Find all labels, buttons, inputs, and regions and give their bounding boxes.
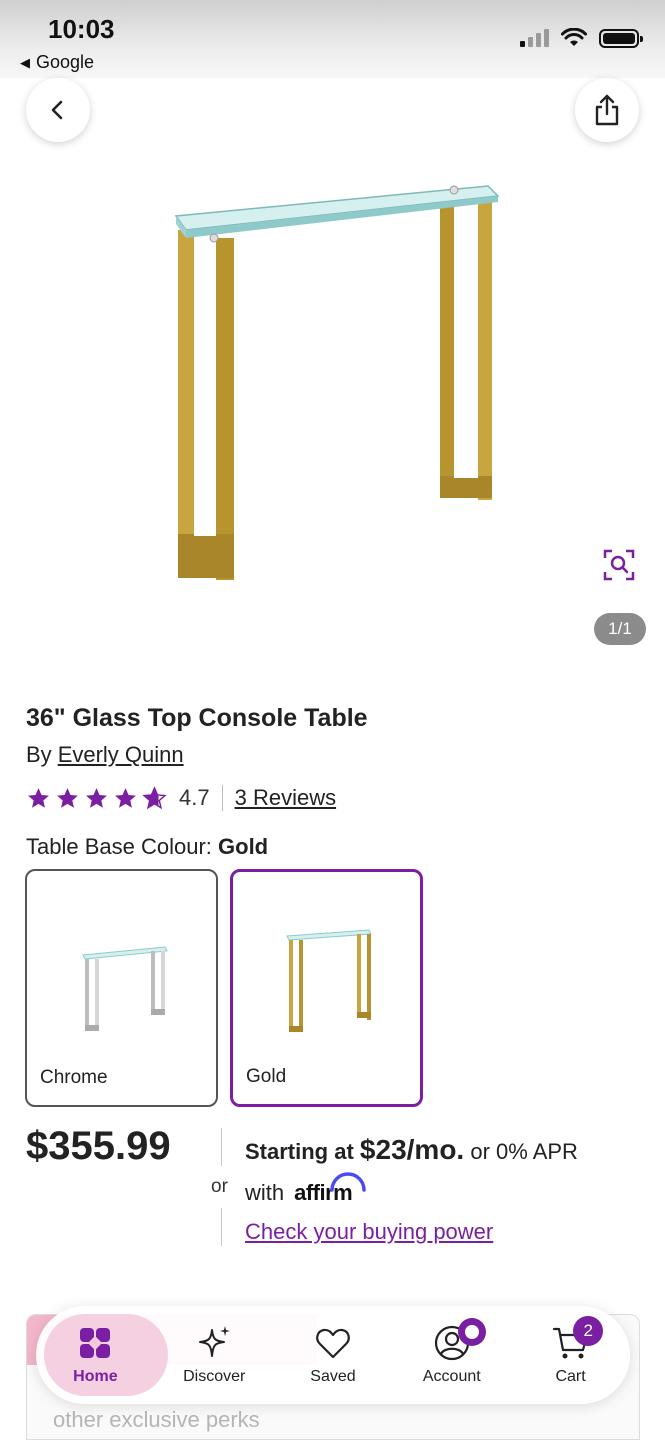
- nav-account[interactable]: Account: [392, 1306, 511, 1404]
- star-icon: [28, 787, 49, 808]
- nav-home[interactable]: Home: [36, 1306, 155, 1404]
- wifi-icon: [561, 28, 587, 46]
- brand-line: By Everly Quinn: [26, 742, 184, 768]
- brand-link[interactable]: Everly Quinn: [58, 742, 184, 767]
- bottom-nav: Home Discover Saved Account 2 Cart: [36, 1306, 630, 1404]
- swatch-chrome[interactable]: Chrome: [25, 869, 218, 1107]
- nav-label: Account: [422, 1368, 481, 1385]
- battery-icon: [599, 28, 643, 48]
- star-rating: [26, 785, 167, 811]
- product-title: 36" Glass Top Console Table: [26, 704, 368, 732]
- visual-search-icon[interactable]: [602, 548, 636, 582]
- financing-provider: with affirm: [245, 1172, 366, 1206]
- swatch-label: Gold: [246, 1066, 287, 1087]
- status-bar: 10:03 ◀ Google: [0, 0, 665, 78]
- product-image[interactable]: [0, 150, 665, 670]
- share-icon: [595, 94, 619, 126]
- rating-value: 4.7: [179, 785, 210, 810]
- nav-label: Discover: [183, 1368, 246, 1385]
- option-name: Table Base Colour:: [26, 834, 212, 859]
- price: $355.99: [26, 1124, 171, 1168]
- chevron-left-icon: [51, 100, 63, 120]
- return-app-label: Google: [36, 52, 95, 72]
- return-to-app-link[interactable]: ◀ Google: [20, 52, 94, 73]
- image-counter: 1/1: [594, 613, 646, 645]
- reviews-link[interactable]: 3 Reviews: [235, 785, 336, 811]
- cart-count-badge: 2: [573, 1316, 604, 1346]
- home-icon: [80, 1328, 111, 1358]
- star-icon: [115, 787, 136, 808]
- option-selected-value: Gold: [218, 834, 269, 859]
- swatch-gold[interactable]: Gold: [230, 869, 423, 1107]
- gold-table-thumbnail: [286, 929, 372, 1032]
- starting-at-label: Starting at: [245, 1139, 354, 1164]
- by-prefix: By: [26, 742, 52, 767]
- apr-text: or 0% APR: [470, 1139, 578, 1164]
- divider-bottom: [221, 1208, 222, 1246]
- nav-label: Home: [73, 1368, 118, 1385]
- console-table-illustration: [174, 185, 500, 580]
- status-icons: [520, 28, 643, 48]
- share-button[interactable]: [575, 78, 639, 142]
- star-icon: [86, 787, 107, 808]
- star-half-icon: [142, 785, 167, 809]
- nav-label: Cart: [555, 1368, 586, 1385]
- nav-discover[interactable]: Discover: [155, 1306, 274, 1404]
- affirm-arc-icon: [330, 1172, 366, 1192]
- rating-row: 4.7 3 Reviews: [26, 783, 336, 813]
- swatch-label: Chrome: [40, 1067, 108, 1088]
- star-icon: [57, 787, 78, 808]
- cellular-signal-icon: [520, 29, 549, 47]
- rating-divider: [221, 785, 223, 811]
- promo-text: other exclusive perks: [53, 1407, 260, 1432]
- nav-saved[interactable]: Saved: [274, 1306, 393, 1404]
- divider-top: [221, 1128, 222, 1166]
- back-triangle-icon: ◀: [20, 54, 30, 70]
- back-button[interactable]: [26, 78, 90, 142]
- with-label: with: [245, 1180, 285, 1205]
- option-label: Table Base Colour: Gold: [26, 834, 268, 860]
- notification-dot: [458, 1318, 487, 1346]
- sparkle-icon: [199, 1326, 231, 1357]
- affirm-logo: affirm: [294, 1172, 366, 1206]
- heart-icon: [316, 1328, 350, 1359]
- chrome-table-thumbnail: [82, 946, 168, 1031]
- status-time: 10:03: [48, 14, 115, 44]
- check-buying-power-link[interactable]: Check your buying power: [245, 1219, 493, 1245]
- or-separator: or: [211, 1176, 228, 1197]
- nav-cart[interactable]: 2 Cart: [511, 1306, 630, 1404]
- monthly-amount: $23/mo.: [359, 1134, 465, 1165]
- financing-offer: Starting at $23/mo. or 0% APR: [245, 1134, 578, 1166]
- nav-label: Saved: [310, 1368, 356, 1385]
